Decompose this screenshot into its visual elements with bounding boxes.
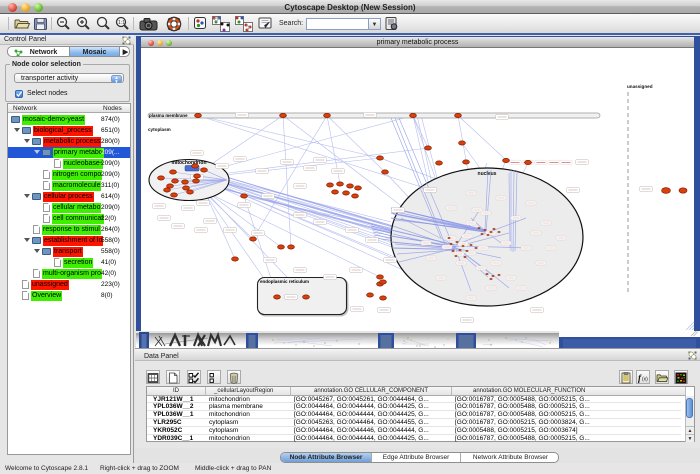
svg-text:unassigned: unassigned bbox=[627, 84, 653, 89]
svg-text:nucleus: nucleus bbox=[478, 171, 497, 177]
svg-text:endoplasmic reticulum: endoplasmic reticulum bbox=[260, 279, 309, 284]
svg-text:plasma membrane: plasma membrane bbox=[149, 113, 188, 118]
svg-text:(x): (x) bbox=[642, 376, 648, 382]
svg-text:1:1: 1:1 bbox=[118, 20, 125, 26]
svg-text:cytoplasm: cytoplasm bbox=[148, 127, 171, 132]
svg-text:mitochondrion: mitochondrion bbox=[172, 160, 207, 166]
